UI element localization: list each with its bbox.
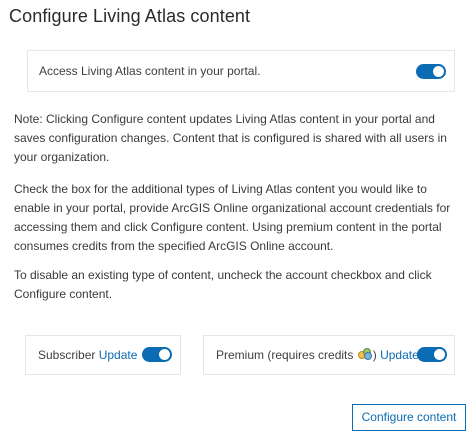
premium-row: Premium (requires credits ) Update xyxy=(216,348,419,362)
toggle-knob xyxy=(432,65,445,78)
access-living-atlas-label: Access Living Atlas content in your port… xyxy=(39,64,261,78)
premium-label-suffix: ) xyxy=(372,348,377,362)
toggle-knob xyxy=(433,348,446,361)
disable-text: To disable an existing type of content, … xyxy=(14,268,432,301)
instructions-text: Check the box for the additional types o… xyxy=(14,182,451,253)
subscriber-row: Subscriber Update xyxy=(38,348,137,362)
credits-icon xyxy=(357,348,372,360)
premium-label: Premium (requires credits xyxy=(216,348,354,362)
configure-content-button[interactable]: Configure content xyxy=(352,404,466,431)
access-living-atlas-card: Access Living Atlas content in your port… xyxy=(27,50,455,92)
access-living-atlas-toggle[interactable] xyxy=(416,64,446,79)
premium-update-link[interactable]: Update xyxy=(380,348,419,362)
subscriber-label: Subscriber xyxy=(38,348,96,362)
premium-toggle[interactable] xyxy=(417,347,447,362)
page-title: Configure Living Atlas content xyxy=(9,6,251,26)
subscriber-toggle[interactable] xyxy=(142,347,172,362)
subscriber-update-link[interactable]: Update xyxy=(99,348,138,362)
configure-living-atlas-page: Configure Living Atlas content Access Li… xyxy=(0,0,474,437)
premium-card: Premium (requires credits ) Update xyxy=(203,335,455,375)
toggle-knob xyxy=(158,348,171,361)
note-text: Note: Clicking Configure content updates… xyxy=(14,112,447,164)
subscriber-card: Subscriber Update xyxy=(25,335,181,375)
